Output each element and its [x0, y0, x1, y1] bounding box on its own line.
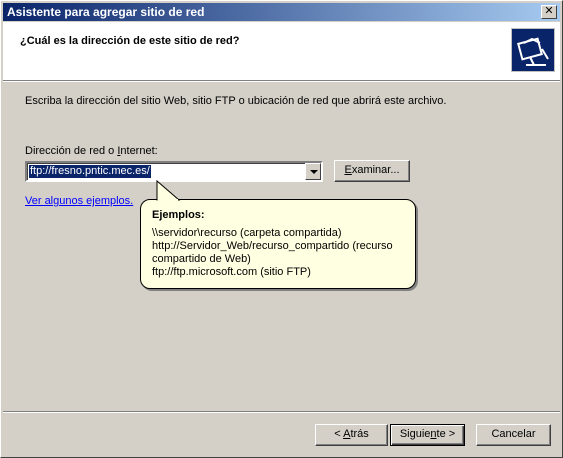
address-combobox[interactable]: ftp://fresno.pntic.mec.es/: [25, 161, 323, 182]
address-label: Dirección de red o Internet:: [25, 145, 158, 157]
intro-text: Escriba la dirección del sitio Web, siti…: [25, 95, 447, 107]
footer-separator: [3, 411, 560, 413]
wizard-header: ¿Cuál es la dirección de este sitio de r…: [3, 22, 560, 82]
close-icon: ✕: [544, 5, 554, 17]
tooltip-example-ftp: ftp://ftp.microsoft.com (sitio FTP): [152, 266, 311, 278]
examples-link[interactable]: Ver algunos ejemplos.: [25, 195, 133, 207]
close-button[interactable]: ✕: [541, 5, 557, 19]
tooltip-title: Ejemplos:: [152, 209, 205, 221]
network-place-icon: [511, 28, 555, 72]
address-value[interactable]: ftp://fresno.pntic.mec.es/: [28, 164, 152, 179]
examples-tooltip: Ejemplos: \\servidor\recurso (carpeta co…: [140, 199, 416, 289]
back-button[interactable]: < Atrás: [315, 424, 388, 446]
cancel-button[interactable]: Cancelar: [476, 424, 551, 446]
title-bar[interactable]: Asistente para agregar sitio de red ✕: [3, 3, 560, 21]
window-title: Asistente para agregar sitio de red: [7, 5, 205, 19]
tooltip-example-web: http://Servidor_Web/recurso_compartido (…: [152, 240, 393, 265]
tooltip-pointer: [156, 179, 181, 201]
tooltip-example-share: \\servidor\recurso (carpeta compartida): [152, 227, 342, 239]
wizard-dialog: Asistente para agregar sitio de red ✕ ¿C…: [0, 0, 563, 458]
browse-button[interactable]: Examinar...: [334, 160, 410, 182]
page-title: ¿Cuál es la dirección de este sitio de r…: [20, 35, 240, 47]
next-button[interactable]: Siguiente >: [390, 424, 465, 446]
combo-dropdown-button[interactable]: [305, 163, 321, 180]
